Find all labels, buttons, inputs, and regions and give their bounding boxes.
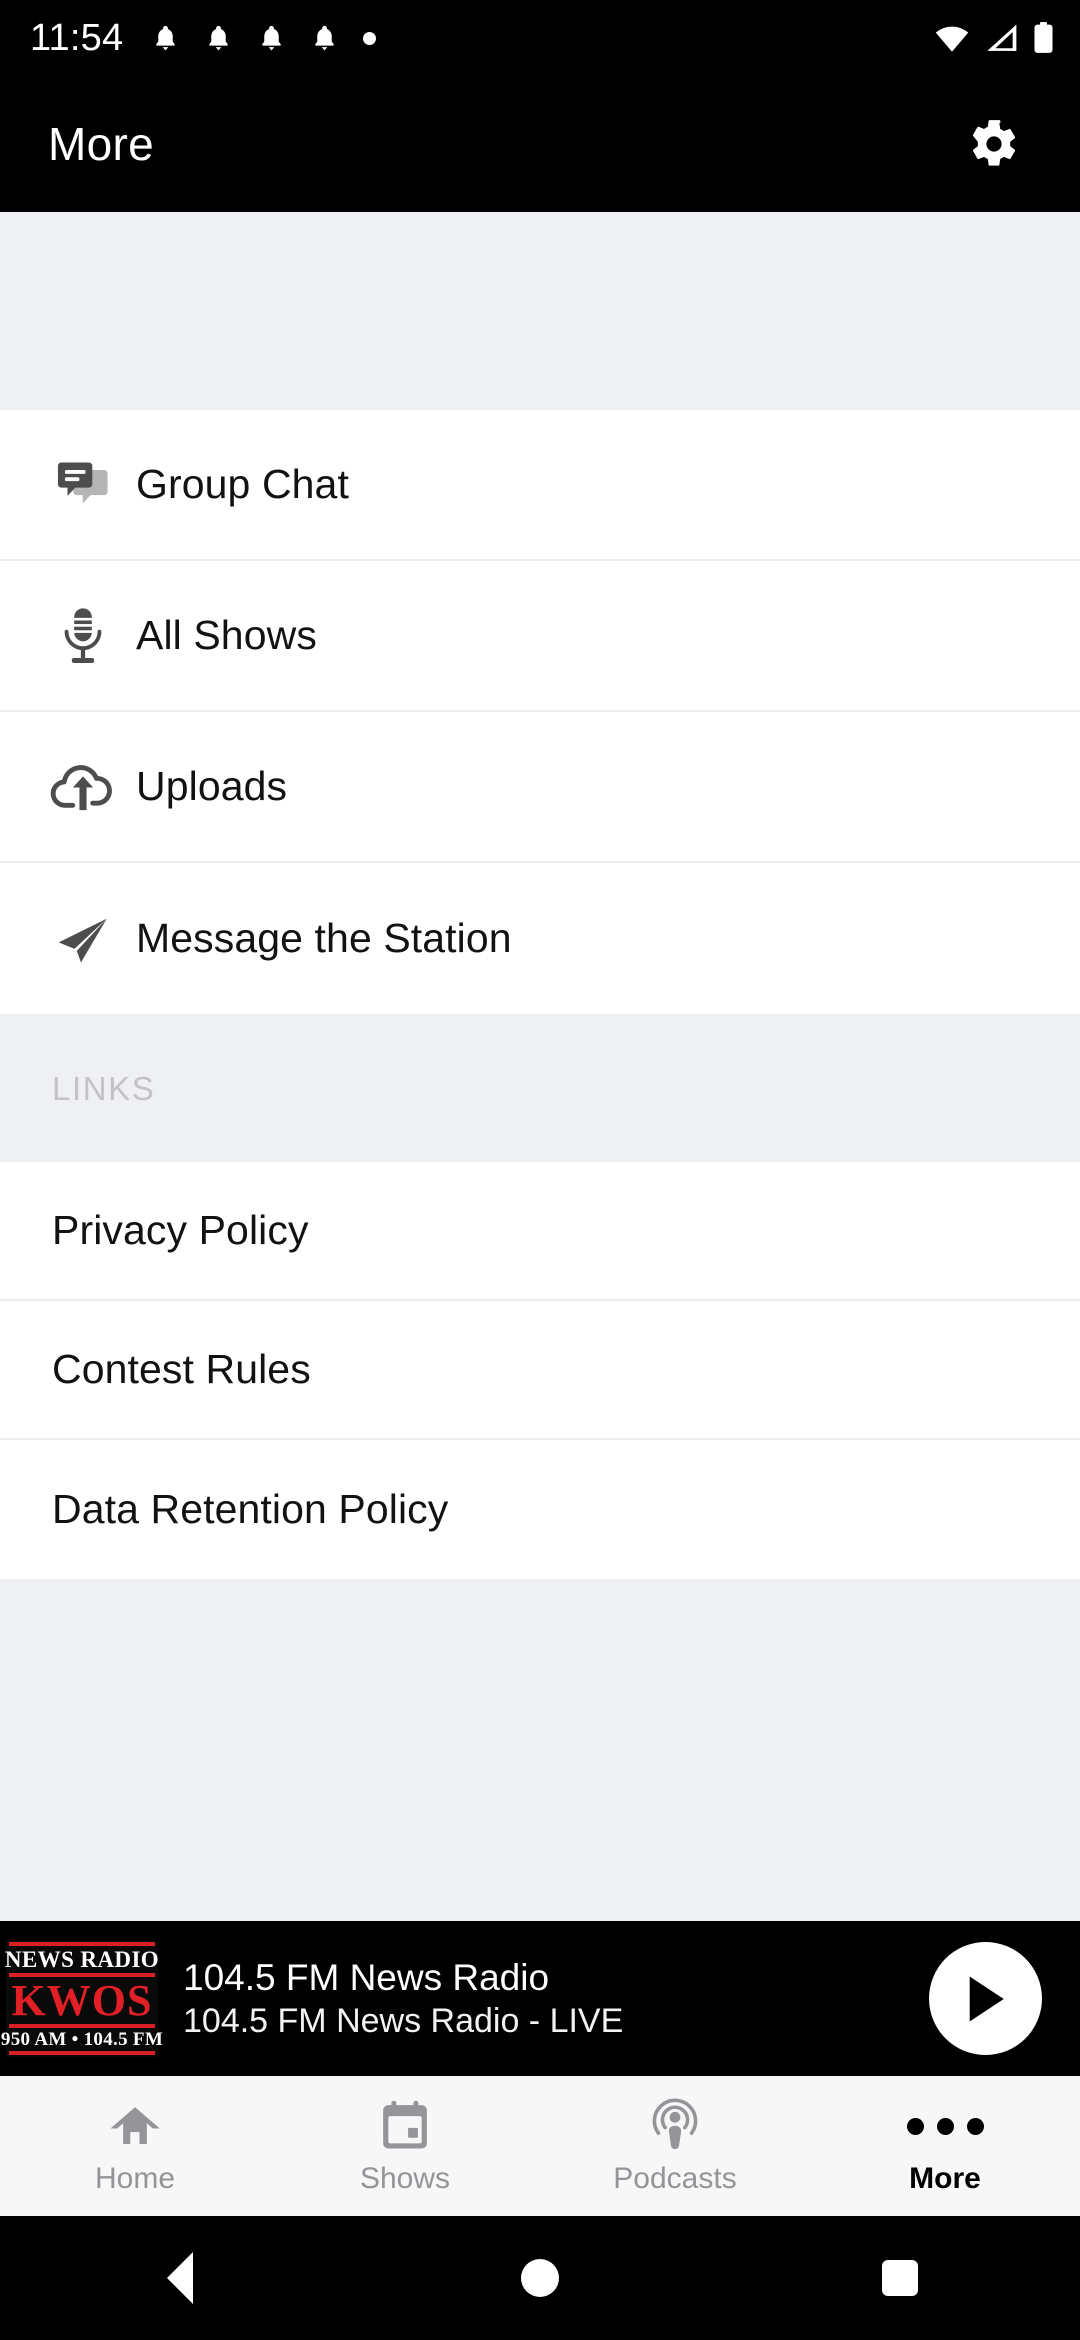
bottom-spacer [0, 1579, 1080, 1921]
links-section-header: LINKS [0, 1014, 1080, 1162]
system-home-button[interactable] [360, 2259, 720, 2297]
bell-icon [315, 25, 335, 51]
status-bar-system-icons [933, 22, 1054, 54]
page-title: More [48, 118, 155, 170]
link-item-label: Contest Rules [52, 1346, 311, 1392]
station-logo-callsign: KWOS [11, 1976, 153, 2026]
tab-label: More [909, 2162, 981, 2195]
ellipsis-dot [966, 2117, 984, 2135]
cellular-signal-icon [987, 24, 1017, 51]
bottom-tab-bar: Home Shows Podcasts More [0, 2076, 1080, 2216]
back-icon [167, 2252, 193, 2304]
link-item-privacy-policy[interactable]: Privacy Policy [0, 1162, 1080, 1301]
home-icon [108, 2098, 162, 2154]
dot-icon [363, 31, 377, 45]
ellipsis-dots [906, 2117, 984, 2135]
menu-item-group-chat[interactable]: Group Chat [0, 410, 1080, 561]
chat-bubbles-icon [30, 454, 136, 516]
tab-label: Shows [359, 2162, 451, 2195]
recents-icon [882, 2260, 918, 2296]
tab-shows[interactable]: Shows [270, 2076, 540, 2216]
tab-label: Home [94, 2162, 176, 2195]
play-icon [969, 1975, 1004, 2022]
tab-label: Podcasts [613, 2162, 737, 2195]
status-bar: 11:54 [0, 0, 1080, 76]
calendar-icon [379, 2098, 431, 2154]
bell-icon [209, 25, 229, 51]
bell-icon [262, 25, 282, 51]
tab-podcasts[interactable]: Podcasts [540, 2076, 810, 2216]
now-playing-subtitle: 104.5 FM News Radio - LIVE [183, 2002, 624, 2041]
app-bar-actions [952, 102, 1036, 186]
logo-rule [9, 2051, 155, 2056]
cloud-upload-icon [30, 759, 136, 815]
menu-list: Group Chat All Shows Uploads Message the… [0, 410, 1080, 1014]
menu-item-label: All Shows [136, 612, 317, 658]
ellipsis-dot [936, 2117, 954, 2135]
menu-item-uploads[interactable]: Uploads [0, 712, 1080, 863]
menu-item-label: Group Chat [136, 461, 349, 507]
ellipsis-icon [906, 2098, 984, 2154]
tab-more[interactable]: More [810, 2076, 1080, 2216]
link-item-data-retention-policy[interactable]: Data Retention Policy [0, 1440, 1080, 1579]
gear-icon [972, 120, 1016, 166]
system-recents-button[interactable] [720, 2260, 1080, 2296]
link-item-contest-rules[interactable]: Contest Rules [0, 1301, 1080, 1440]
wifi-icon [935, 26, 969, 52]
link-item-label: Data Retention Policy [52, 1486, 449, 1532]
links-section-title: LINKS [52, 1069, 156, 1107]
status-bar-notification-icons [151, 22, 377, 54]
link-item-label: Privacy Policy [52, 1207, 309, 1253]
play-button[interactable] [929, 1942, 1042, 2055]
top-spacer [0, 212, 1080, 410]
station-logo-line3: 950 AM • 104.5 FM [0, 2029, 164, 2051]
main-content: Group Chat All Shows Uploads Message the… [0, 212, 1080, 1921]
bell-icon [156, 25, 176, 51]
links-list: Privacy Policy Contest Rules Data Retent… [0, 1162, 1080, 1579]
menu-item-label: Uploads [136, 763, 288, 809]
app-bar: More [0, 76, 1080, 212]
station-logo-line1: NEWS RADIO [4, 1946, 160, 1972]
system-back-button[interactable] [0, 2252, 360, 2304]
paper-plane-icon [30, 908, 136, 970]
podcast-icon [648, 2098, 702, 2154]
ellipsis-dot [906, 2117, 924, 2135]
settings-button[interactable] [952, 102, 1036, 186]
now-playing-title: 104.5 FM News Radio [183, 1956, 550, 1998]
microphone-icon [30, 605, 136, 667]
status-bar-clock: 11:54 [30, 17, 124, 59]
phone-screen: 11:54 More Group Chat All Shows Uploads … [0, 0, 1080, 2340]
home-icon [521, 2259, 559, 2297]
tab-home[interactable]: Home [0, 2076, 270, 2216]
menu-item-all-shows[interactable]: All Shows [0, 561, 1080, 712]
system-navigation-bar [0, 2216, 1080, 2340]
menu-item-message-the-station[interactable]: Message the Station [0, 863, 1080, 1014]
menu-item-label: Message the Station [136, 915, 512, 961]
now-playing-meta: 104.5 FM News Radio 104.5 FM News Radio … [183, 1957, 929, 2041]
battery-icon [1034, 22, 1053, 53]
now-playing-bar[interactable]: NEWS RADIO KWOS 950 AM • 104.5 FM 104.5 … [0, 1921, 1080, 2076]
station-logo: NEWS RADIO KWOS 950 AM • 104.5 FM [1, 1940, 163, 2057]
